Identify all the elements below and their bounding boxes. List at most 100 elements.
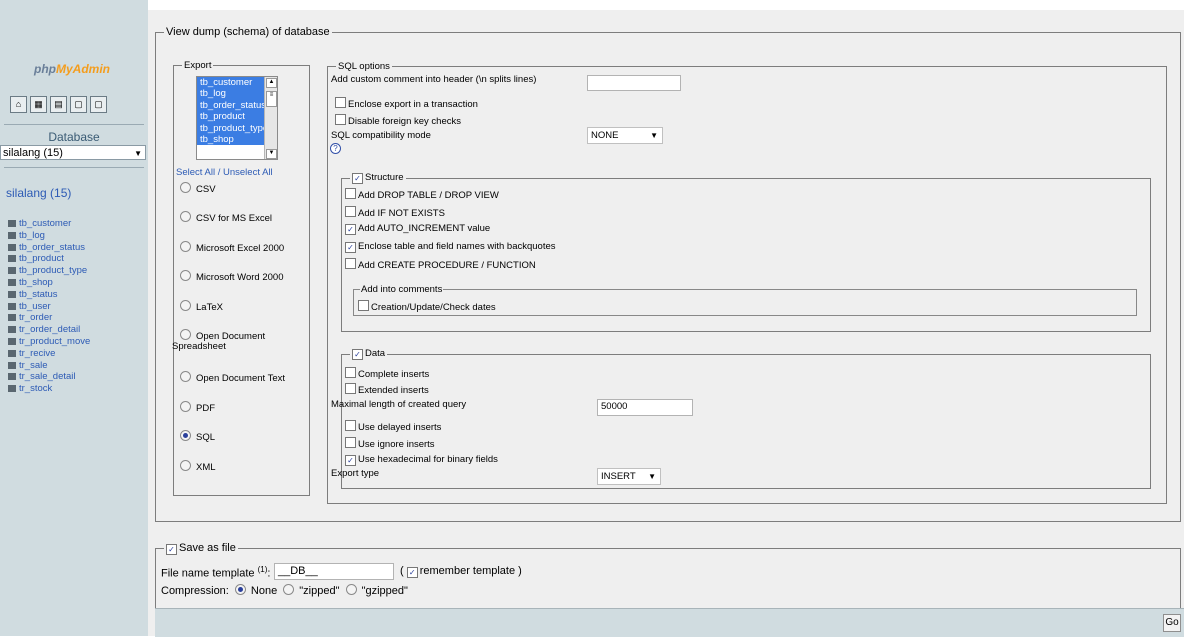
add-if-not-exists-checkbox[interactable]: Add IF NOT EXISTS <box>345 206 445 219</box>
radio-button[interactable] <box>180 211 191 222</box>
radio-button[interactable] <box>180 371 191 382</box>
format-radio-pdf[interactable]: PDF <box>180 401 215 414</box>
remember-template-checkbox[interactable]: ( ✓ remember template ) <box>400 565 522 578</box>
checkbox[interactable] <box>345 383 356 394</box>
checkbox[interactable] <box>345 188 356 199</box>
format-radio-xml[interactable]: XML <box>180 460 216 473</box>
query-window-icon[interactable]: ▦ <box>30 96 47 113</box>
compression-radio-zipped[interactable] <box>283 584 295 595</box>
complete-inserts-checkbox[interactable]: Complete inserts <box>345 367 429 380</box>
sidebar-item-table[interactable]: tr_stock <box>8 383 90 395</box>
max-length-input[interactable]: 50000 <box>597 399 693 416</box>
sql-icon[interactable]: ▤ <box>50 96 67 113</box>
radio-button[interactable] <box>180 329 191 340</box>
checkbox[interactable] <box>345 258 356 269</box>
help-icon[interactable]: ▢ <box>90 96 107 113</box>
format-radio-csv-excel[interactable]: CSV for MS Excel <box>180 211 272 224</box>
compat-mode-select[interactable]: NONE ▼ <box>587 127 663 144</box>
creation-dates-checkbox[interactable]: Creation/Update/Check dates <box>358 300 496 313</box>
filename-template-input[interactable]: __DB__ <box>274 563 394 580</box>
radio-button[interactable] <box>180 430 191 441</box>
radio-button[interactable] <box>180 270 191 281</box>
checkbox[interactable] <box>345 367 356 378</box>
ignore-inserts-checkbox[interactable]: Use ignore inserts <box>345 437 435 450</box>
export-type-select[interactable]: INSERT ▼ <box>597 468 661 485</box>
table-select-listbox[interactable]: tb_customer tb_log tb_order_status tb_pr… <box>196 76 278 160</box>
save-as-file-legend[interactable]: ✓ Save as file <box>164 542 238 555</box>
delayed-inserts-checkbox[interactable]: Use delayed inserts <box>345 420 441 433</box>
checkbox[interactable]: ✓ <box>345 224 356 235</box>
help-icon[interactable]: ? <box>330 143 341 154</box>
go-button[interactable]: Go <box>1163 614 1181 632</box>
radio-button[interactable] <box>180 182 191 193</box>
checkbox[interactable]: ✓ <box>406 567 418 578</box>
format-radio-latex[interactable]: LaTeX <box>180 300 223 313</box>
radio-button[interactable] <box>180 300 191 311</box>
add-auto-increment-checkbox[interactable]: ✓ Add AUTO_INCREMENT value <box>345 223 490 235</box>
scroll-down-icon[interactable]: ▼ <box>266 149 277 159</box>
sidebar-item-table[interactable]: tb_log <box>8 230 90 242</box>
sidebar-item-table[interactable]: tr_order <box>8 312 90 324</box>
sidebar-item-table[interactable]: tb_order_status <box>8 242 90 254</box>
sidebar-item-table[interactable]: tb_product_type <box>8 265 90 277</box>
checkbox[interactable] <box>345 437 356 448</box>
listbox-option[interactable]: tb_log <box>197 88 266 100</box>
compression-radio-gzipped[interactable] <box>345 584 357 595</box>
table-icon <box>8 337 16 345</box>
listbox-option[interactable]: tb_order_status <box>197 99 266 112</box>
phpmyadmin-logo[interactable]: phpMyAdmin <box>34 62 110 76</box>
sidebar-item-table[interactable]: tr_product_move <box>8 336 90 348</box>
format-radio-sql[interactable]: SQL <box>180 430 215 443</box>
docs-icon[interactable]: ▢ <box>70 96 87 113</box>
listbox-scrollbar[interactable]: ▲ ≡ ▼ <box>264 77 277 159</box>
disable-fk-checkbox[interactable]: Disable foreign key checks <box>335 114 461 127</box>
sidebar-item-table[interactable]: tr_order_detail <box>8 324 90 336</box>
scroll-thumb[interactable]: ≡ <box>266 91 277 107</box>
backquotes-checkbox[interactable]: ✓ Enclose table and field names with back… <box>345 241 556 253</box>
add-create-procedure-checkbox[interactable]: Add CREATE PROCEDURE / FUNCTION <box>345 258 536 271</box>
structure-legend[interactable]: ✓ Structure <box>350 172 406 184</box>
radio-button[interactable] <box>180 401 191 412</box>
sidebar-item-table[interactable]: tb_status <box>8 289 90 301</box>
checkbox[interactable]: ✓ <box>345 242 356 253</box>
format-radio-odt[interactable]: Open Document Text <box>180 371 285 384</box>
enclose-transaction-checkbox[interactable]: Enclose export in a transaction <box>335 97 478 110</box>
format-radio-word2000[interactable]: Microsoft Word 2000 <box>180 270 283 283</box>
structure-checkbox[interactable]: ✓ <box>352 173 363 184</box>
database-link[interactable]: silalang (15) <box>6 186 71 200</box>
sidebar-item-table[interactable]: tb_user <box>8 301 90 313</box>
checkbox[interactable] <box>335 97 346 108</box>
sidebar-item-table[interactable]: tr_recive <box>8 348 90 360</box>
save-as-file-checkbox[interactable]: ✓ <box>166 544 177 555</box>
listbox-option[interactable]: tb_product_type <box>197 122 268 134</box>
listbox-option[interactable]: tb_product <box>197 111 266 123</box>
checkbox[interactable] <box>345 420 356 431</box>
home-icon[interactable]: ⌂ <box>10 96 27 113</box>
format-radio-excel2000[interactable]: Microsoft Excel 2000 <box>180 241 284 254</box>
data-legend[interactable]: ✓ Data <box>350 348 387 360</box>
custom-comment-input[interactable] <box>587 75 681 91</box>
sidebar-item-table[interactable]: tb_product <box>8 253 90 265</box>
checkbox[interactable] <box>335 114 346 125</box>
radio-button[interactable] <box>180 460 191 471</box>
add-drop-table-checkbox[interactable]: Add DROP TABLE / DROP VIEW <box>345 188 499 201</box>
sidebar-item-table[interactable]: tr_sale <box>8 360 90 372</box>
data-checkbox[interactable]: ✓ <box>352 349 363 360</box>
listbox-option[interactable]: tb_shop <box>197 133 266 146</box>
database-select[interactable]: silalang (15) ▼ <box>0 145 146 160</box>
checkbox[interactable] <box>345 206 356 217</box>
sidebar-item-table[interactable]: tb_shop <box>8 277 90 289</box>
listbox-option[interactable]: tb_customer <box>197 77 266 89</box>
select-all-link[interactable]: Select All / Unselect All <box>176 167 273 178</box>
format-radio-csv[interactable]: CSV <box>180 182 216 195</box>
sidebar-item-table[interactable]: tr_sale_detail <box>8 371 90 383</box>
hex-binary-checkbox[interactable]: ✓ Use hexadecimal for binary fields <box>345 454 498 466</box>
checkbox[interactable]: ✓ <box>345 455 356 466</box>
radio-button[interactable] <box>180 241 191 252</box>
extended-inserts-checkbox[interactable]: Extended inserts <box>345 383 429 396</box>
scroll-up-icon[interactable]: ▲ <box>266 78 277 88</box>
compression-radio-none[interactable] <box>234 584 246 595</box>
footnote-marker[interactable]: (1) <box>258 565 268 574</box>
sidebar-item-table[interactable]: tb_customer <box>8 218 90 230</box>
checkbox[interactable] <box>358 300 369 311</box>
